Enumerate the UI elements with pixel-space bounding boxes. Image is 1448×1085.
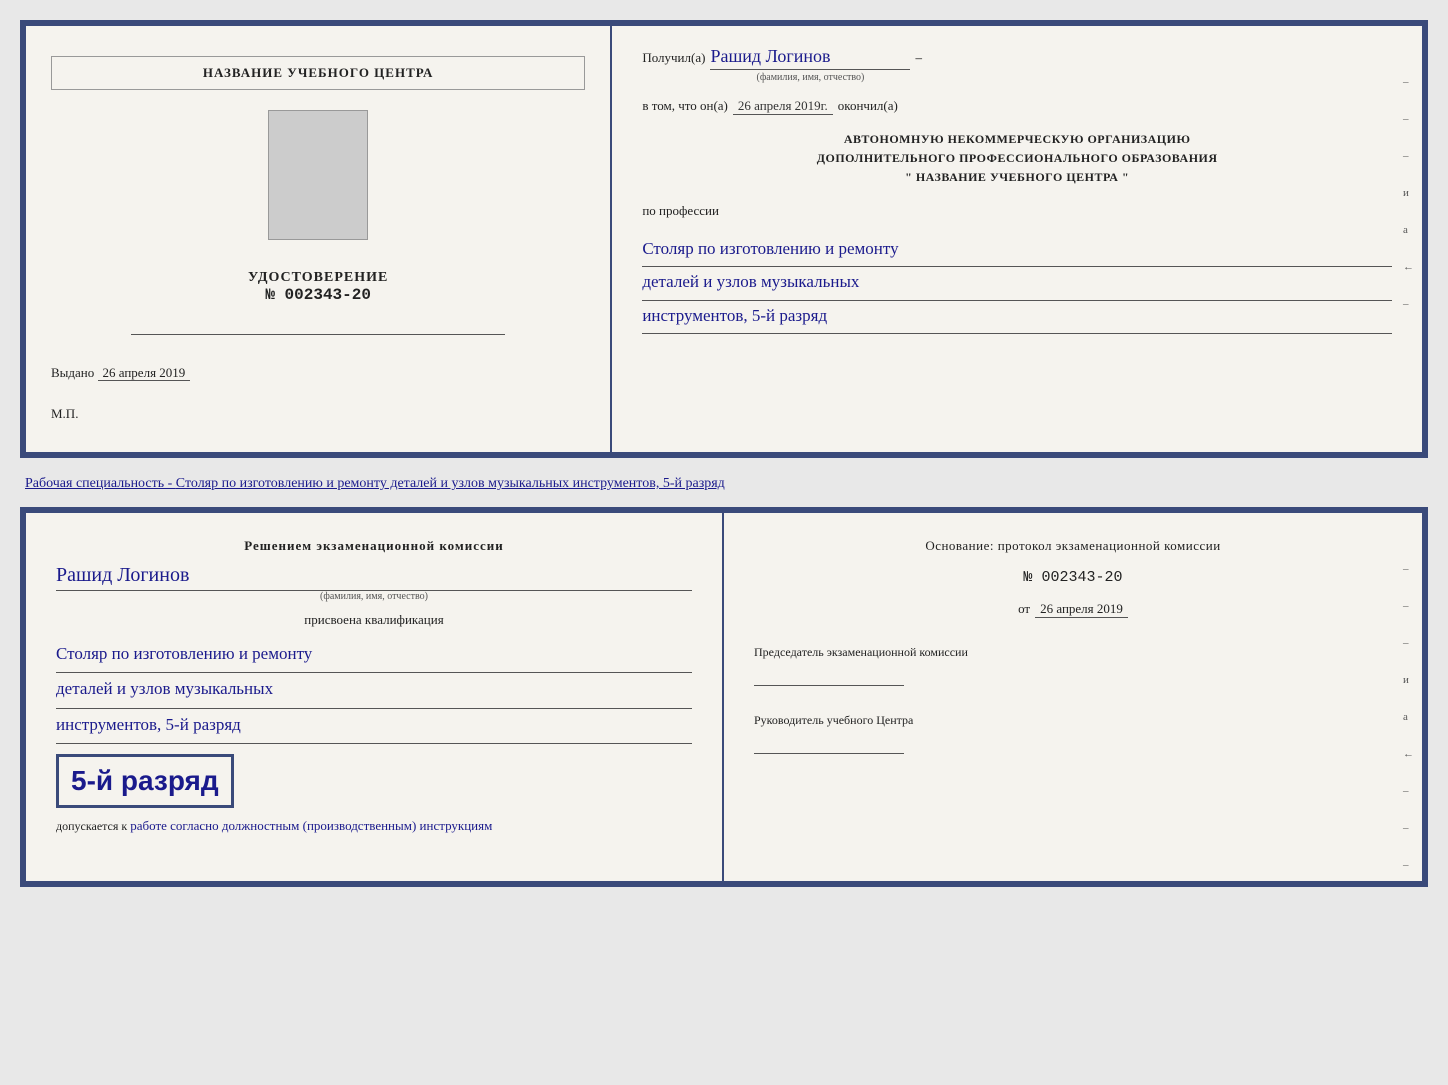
poluchil-label: Получил(a)	[642, 50, 705, 66]
resheniyem-title: Решением экзаменационной комиссии	[56, 538, 692, 554]
protocol-number-value: 002343-20	[1042, 569, 1123, 586]
recipient-name: Рашид Логинов	[710, 46, 910, 70]
qual-profession-line3: инструментов, 5-й разряд	[56, 709, 692, 744]
udostoverenie-label: УДОСТОВЕРЕНИЕ	[248, 270, 388, 286]
specialty-prefix: Рабочая специальность -	[25, 476, 176, 491]
org-line3: " НАЗВАНИЕ УЧЕБНОГО ЦЕНТРА "	[642, 168, 1392, 187]
predsedatel-label: Председатель экзаменационной комиссии	[754, 643, 1392, 661]
specialty-value: Столяр по изготовлению и ремонту деталей…	[176, 476, 725, 491]
cert-number-value: 002343-20	[285, 286, 371, 304]
certificate-document: НАЗВАНИЕ УЧЕБНОГО ЦЕНТРА УДОСТОВЕРЕНИЕ №…	[20, 20, 1428, 458]
prisvoena-label: присвоена квалификация	[56, 612, 692, 628]
recipient-line: Получил(a) Рашид Логинов (фамилия, имя, …	[642, 46, 1392, 83]
right-edge-marks: – – – и а ← –	[1403, 76, 1414, 310]
rukovoditel-block: Руководитель учебного Центра	[754, 711, 1392, 754]
ot-date: 26 апреля 2019	[1035, 601, 1128, 618]
dash1: –	[915, 50, 922, 66]
dopusk-prefix: допускается к	[56, 819, 127, 833]
ot-label: от	[1018, 601, 1030, 617]
qualification-document: Решением экзаменационной комиссии Рашид …	[20, 507, 1428, 887]
qual-profession-block: Столяр по изготовлению и ремонту деталей…	[56, 638, 692, 744]
qual-left-panel: Решением экзаменационной комиссии Рашид …	[26, 513, 724, 881]
osnovaniye-label: Основание: протокол экзаменационной коми…	[754, 538, 1392, 554]
qual-right-panel: Основание: протокол экзаменационной коми…	[724, 513, 1422, 881]
qual-right-edge-marks: – – – и а ← – – –	[1403, 563, 1414, 871]
specialty-text: Рабочая специальность - Столяр по изгото…	[20, 468, 1428, 497]
vydano-label: Выдано	[51, 365, 94, 380]
cert-right-panel: Получил(a) Рашид Логинов (фамилия, имя, …	[612, 26, 1422, 452]
predsedatel-signature-line	[754, 666, 904, 686]
cert-left-panel: НАЗВАНИЕ УЧЕБНОГО ЦЕНТРА УДОСТОВЕРЕНИЕ №…	[26, 26, 612, 452]
page-wrapper: НАЗВАНИЕ УЧЕБНОГО ЦЕНТРА УДОСТОВЕРЕНИЕ №…	[20, 20, 1428, 887]
qual-name: Рашид Логинов	[56, 564, 692, 591]
dopuskaetsya-line: допускается к работе согласно должностны…	[56, 818, 692, 834]
qual-fio-subtitle: (фамилия, имя, отчество)	[56, 591, 692, 602]
org-block: АВТОНОМНУЮ НЕКОММЕРЧЕСКУЮ ОРГАНИЗАЦИЮ ДО…	[642, 130, 1392, 188]
cert-issued-line: Выдано 26 апреля 2019	[51, 365, 190, 381]
qual-profession-line2: деталей и узлов музыкальных	[56, 673, 692, 708]
cert-title: НАЗВАНИЕ УЧЕБНОГО ЦЕНТРА	[51, 56, 585, 90]
profession-line1: Столяр по изготовлению и ремонту	[642, 234, 1392, 268]
okonchil-label: окончил(а)	[838, 98, 898, 114]
rukovoditel-label: Руководитель учебного Центра	[754, 711, 1392, 729]
vtom-label: в том, что он(а)	[642, 98, 728, 114]
big-rank-text: 5-й разряд	[71, 765, 219, 796]
udostoverenie-block: УДОСТОВЕРЕНИЕ № 002343-20	[248, 270, 388, 304]
cert-number: № 002343-20	[248, 286, 388, 304]
po-professii-label: по профессии	[642, 203, 1392, 219]
ot-date-line: от 26 апреля 2019	[754, 601, 1392, 618]
profession-line3: инструментов, 5-й разряд	[642, 301, 1392, 335]
protocol-number: № 002343-20	[754, 569, 1392, 586]
recipient-name-block: Рашид Логинов (фамилия, имя, отчество)	[710, 46, 910, 83]
big-rank-box: 5-й разряд	[56, 754, 234, 808]
dopusk-text: работе согласно должностным (производств…	[130, 818, 492, 833]
vydano-date: 26 апреля 2019	[98, 365, 191, 381]
vtom-date: 26 апреля 2019г.	[733, 98, 833, 115]
vtom-line: в том, что он(а) 26 апреля 2019г. окончи…	[642, 98, 1392, 115]
fio-subtitle: (фамилия, имя, отчество)	[710, 72, 910, 83]
qual-name-block: Рашид Логинов (фамилия, имя, отчество)	[56, 564, 692, 602]
profession-block: Столяр по изготовлению и ремонту деталей…	[642, 234, 1392, 335]
rukovoditel-signature-line	[754, 734, 904, 754]
mp-label: М.П.	[51, 406, 78, 422]
cert-photo	[268, 110, 368, 240]
predsedatel-block: Председатель экзаменационной комиссии	[754, 643, 1392, 686]
profession-line2: деталей и узлов музыкальных	[642, 267, 1392, 301]
org-line2: ДОПОЛНИТЕЛЬНОГО ПРОФЕССИОНАЛЬНОГО ОБРАЗО…	[642, 149, 1392, 168]
protocol-number-prefix: №	[1023, 569, 1032, 586]
number-prefix: №	[265, 286, 275, 304]
qual-profession-line1: Столяр по изготовлению и ремонту	[56, 638, 692, 673]
org-line1: АВТОНОМНУЮ НЕКОММЕРЧЕСКУЮ ОРГАНИЗАЦИЮ	[642, 130, 1392, 149]
